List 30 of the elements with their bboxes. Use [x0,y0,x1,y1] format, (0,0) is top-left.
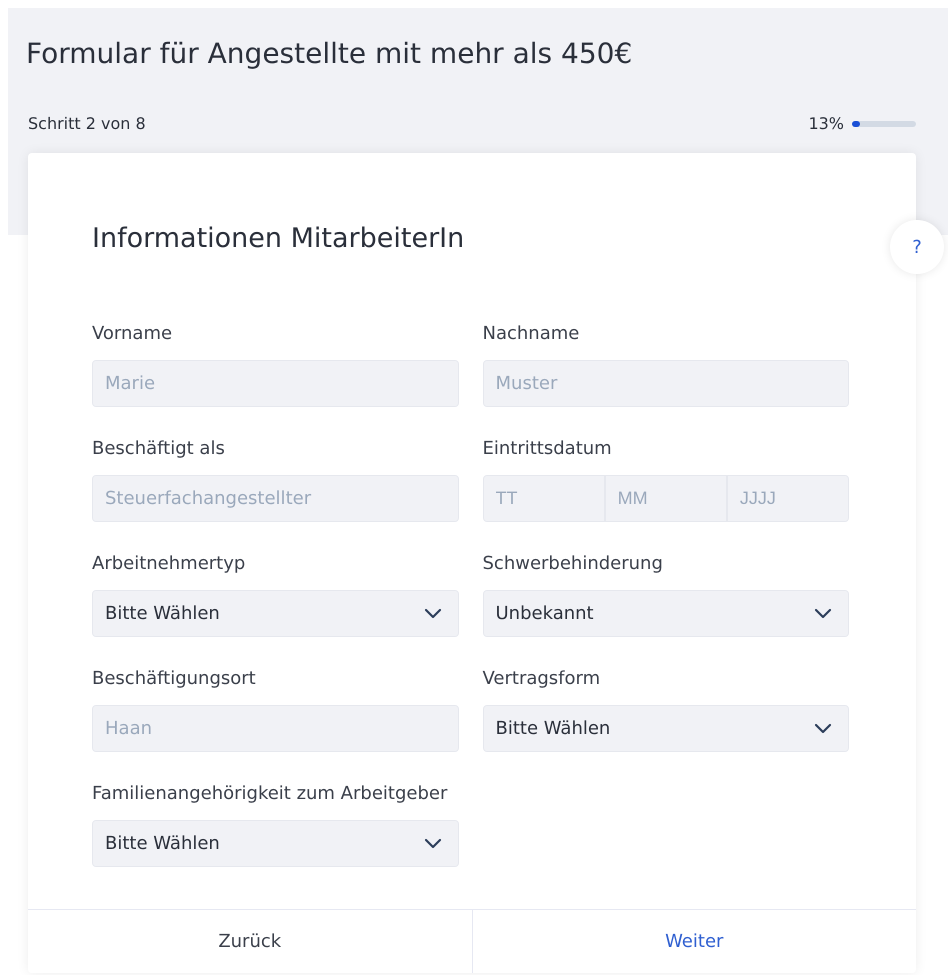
back-button[interactable]: Zurück [28,910,472,973]
field-label: Eintrittsdatum [482,437,613,461]
next-button[interactable]: Weiter [472,910,916,973]
field-label: Vertragsform [482,667,602,691]
chevron-down-icon [814,608,832,619]
field-label: Beschäftigt als [92,437,226,461]
input-field[interactable]: Haan [92,705,458,752]
chevron-down-icon [814,723,832,734]
step-indicator: Schritt 2 von 8 [28,113,146,135]
input-field[interactable]: Steuerfachangestellter [92,475,458,522]
field-label: Arbeitnehmertyp [92,552,246,576]
field-label: Familienangehörigkeit zum Arbeitgeber [92,782,448,806]
field-label: Vorname [92,322,174,346]
field-label: Nachname [482,322,580,346]
chevron-down-icon [424,838,442,849]
select-dropdown[interactable]: Bitte Wählen [92,590,458,637]
date-part-field[interactable]: TT [482,475,605,522]
select-dropdown[interactable]: Unbekannt [482,590,849,637]
chevron-down-icon [424,608,442,619]
date-part-field[interactable]: MM [604,475,727,522]
input-field[interactable]: Marie [92,360,458,407]
page-title: Formular für Angestellte mit mehr als 450€ [26,40,634,68]
date-part-field[interactable]: JJJJ [726,475,850,522]
select-dropdown[interactable]: Bitte Wählen [482,705,849,752]
progress-percent: 13% [808,113,844,135]
field-label: Schwerbehinderung [482,552,664,576]
select-dropdown[interactable]: Bitte Wählen [92,820,458,867]
input-field[interactable]: Muster [482,360,849,407]
field-label: Beschäftigungsort [92,667,257,691]
section-heading: Informationen MitarbeiterIn [92,225,466,252]
